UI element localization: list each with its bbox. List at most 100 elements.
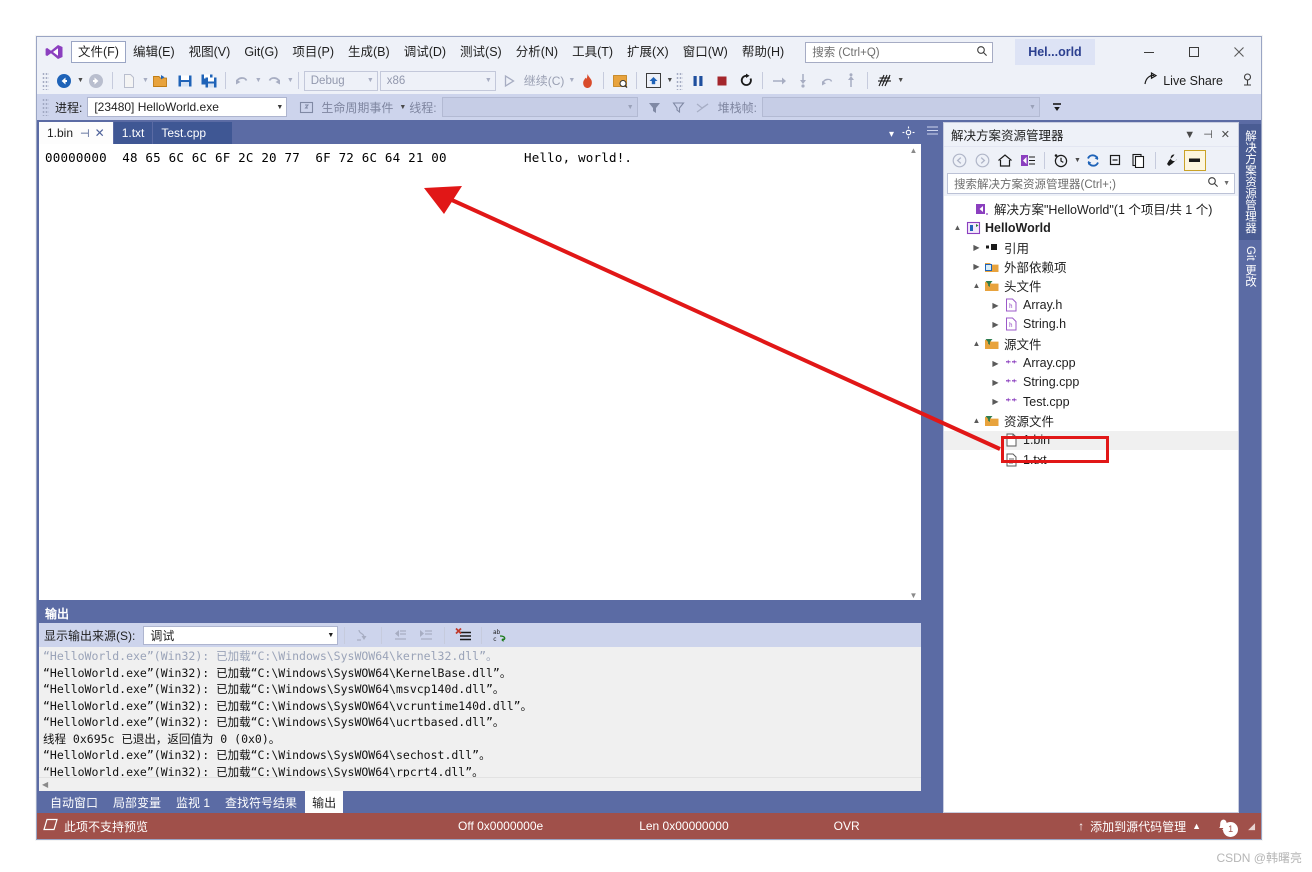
- open-file-icon[interactable]: [150, 70, 172, 92]
- tree-row-source-files[interactable]: ▲ 源文件: [944, 334, 1238, 353]
- show-next-statement-icon[interactable]: [642, 70, 664, 92]
- undo-icon[interactable]: [231, 70, 253, 92]
- lifecycle-events-icon[interactable]: [295, 96, 317, 118]
- expander-icon[interactable]: ▶: [989, 301, 1002, 310]
- tree-row-header-files[interactable]: ▲ 头文件: [944, 276, 1238, 295]
- stackframe-combo[interactable]: ▼: [761, 97, 1040, 117]
- continue-play-icon[interactable]: [498, 70, 520, 92]
- tab-autos[interactable]: 自动窗口: [43, 791, 105, 814]
- menu-item-analyze[interactable]: 分析(N): [509, 41, 565, 63]
- feedback-icon[interactable]: [1240, 72, 1255, 90]
- tree-row-external-dependencies[interactable]: ▶ 外部依赖项: [944, 257, 1238, 276]
- solution-explorer-view-icon[interactable]: [1017, 150, 1039, 171]
- save-all-icon[interactable]: [198, 70, 220, 92]
- attach-to-process-icon[interactable]: [609, 70, 631, 92]
- tree-row-1-txt[interactable]: 1.txt: [944, 450, 1238, 469]
- close-icon[interactable]: ✕: [1217, 128, 1234, 141]
- chevron-up-icon[interactable]: ▲: [1192, 821, 1201, 831]
- redo-dropdown-icon[interactable]: ▼: [287, 77, 294, 84]
- tree-row-project[interactable]: ▲ HelloWorld: [944, 218, 1238, 237]
- go-to-message-icon[interactable]: [352, 624, 374, 646]
- properties-icon[interactable]: [1161, 150, 1183, 171]
- expander-icon[interactable]: ▶: [970, 262, 983, 271]
- solution-explorer-search-input[interactable]: 搜索解决方案资源管理器(Ctrl+;): [954, 176, 1207, 192]
- rail-tab-git-changes[interactable]: Git 更改: [1239, 240, 1261, 293]
- scroll-left-icon[interactable]: ◀: [39, 780, 51, 789]
- menu-item-debug[interactable]: 调试(D): [397, 41, 453, 63]
- output-horizontal-scrollbar[interactable]: ◀: [39, 777, 921, 791]
- home-icon[interactable]: [994, 150, 1016, 171]
- tab-find-symbol-results[interactable]: 查找符号结果: [218, 791, 304, 814]
- menu-item-test[interactable]: 测试(S): [453, 41, 509, 63]
- resize-grip-icon[interactable]: ◢: [1248, 821, 1255, 832]
- toolbar-grip[interactable]: [42, 71, 49, 90]
- pane-splitter-icon[interactable]: [926, 124, 939, 140]
- notifications-button[interactable]: 1: [1215, 817, 1239, 837]
- show-all-files-icon[interactable]: [1128, 150, 1150, 171]
- solution-platform-combo[interactable]: x86 ▼: [379, 70, 496, 91]
- tree-row-string-h[interactable]: ▶ h String.h: [944, 315, 1238, 334]
- redo-icon[interactable]: [263, 70, 285, 92]
- hex-editor[interactable]: 00000000 48 65 6C 6C 6F 2C 20 77 6F 72 6…: [39, 144, 906, 600]
- rail-tab-solution-explorer[interactable]: 解决方案资源管理器: [1239, 124, 1261, 240]
- global-search-input[interactable]: 搜索 (Ctrl+Q): [812, 44, 976, 60]
- status-source-control[interactable]: ↑ 添加到源代码管理 ▲: [1078, 818, 1201, 835]
- expander-collapse-icon[interactable]: ▲: [951, 223, 964, 232]
- tab-output[interactable]: 输出: [305, 790, 344, 814]
- pin-icon[interactable]: ⊣: [1199, 128, 1217, 141]
- toolbar-grip[interactable]: [676, 71, 684, 90]
- live-share-button[interactable]: Live Share: [1143, 71, 1261, 90]
- solution-explorer-search[interactable]: 搜索解决方案资源管理器(Ctrl+;) ▼: [947, 173, 1235, 194]
- step-into-icon[interactable]: [792, 70, 814, 92]
- no-filter-icon[interactable]: [692, 96, 714, 118]
- step-over-icon[interactable]: [768, 70, 790, 92]
- tree-row-array-h[interactable]: ▶ h Array.h: [944, 295, 1238, 314]
- previous-message-icon[interactable]: [389, 624, 411, 646]
- minimize-button[interactable]: [1126, 38, 1171, 66]
- tabstrip-settings-icon[interactable]: [902, 126, 915, 142]
- menu-item-git[interactable]: Git(G): [237, 41, 285, 63]
- continue-label[interactable]: 继续(C): [521, 72, 568, 89]
- filter-icon[interactable]: [644, 96, 666, 118]
- expander-icon[interactable]: ▶: [970, 243, 983, 252]
- expander-collapse-icon[interactable]: ▲: [970, 281, 983, 290]
- tree-row-string-cpp[interactable]: ▶ String.cpp: [944, 373, 1238, 392]
- thread-combo[interactable]: ▼: [441, 97, 638, 117]
- restart-icon[interactable]: [735, 70, 757, 92]
- step-out-icon[interactable]: [816, 70, 838, 92]
- global-search-box[interactable]: 搜索 (Ctrl+Q): [805, 41, 994, 63]
- close-icon[interactable]: ✕: [95, 126, 105, 140]
- tree-row-array-cpp[interactable]: ▶ Array.cpp: [944, 353, 1238, 372]
- menu-item-window[interactable]: 窗口(W): [676, 41, 735, 63]
- undo-dropdown-icon[interactable]: ▼: [255, 77, 262, 84]
- navigate-backward-dropdown-icon[interactable]: ▼: [77, 77, 84, 84]
- back-icon[interactable]: [948, 150, 970, 171]
- collapse-all-icon[interactable]: [1105, 150, 1127, 171]
- solution-explorer-tree[interactable]: 解决方案"HelloWorld"(1 个项目/共 1 个) ▲ HelloWor…: [944, 196, 1238, 812]
- tree-row-test-cpp[interactable]: ▶ Test.cpp: [944, 392, 1238, 411]
- menu-item-help[interactable]: 帮助(H): [735, 41, 791, 63]
- document-tab-testcpp[interactable]: Test.cpp: [153, 122, 233, 144]
- menu-item-build[interactable]: 生成(B): [341, 41, 397, 63]
- expander-collapse-icon[interactable]: ▲: [970, 339, 983, 348]
- active-files-dropdown-icon[interactable]: ▾: [889, 129, 894, 140]
- tab-watch1[interactable]: 监视 1: [169, 791, 217, 814]
- step-out-alt-icon[interactable]: [840, 70, 862, 92]
- properties-window-icon[interactable]: [1183, 149, 1206, 171]
- document-tab-1bin[interactable]: 1.bin ⊣ ✕: [39, 122, 113, 144]
- flag-filter-icon[interactable]: [668, 96, 690, 118]
- new-file-icon[interactable]: [118, 70, 140, 92]
- lifecycle-dropdown-icon[interactable]: ▼: [399, 104, 406, 111]
- toolbar-overflow-icon[interactable]: [1046, 96, 1068, 118]
- save-icon[interactable]: [174, 70, 196, 92]
- scroll-up-icon[interactable]: ▲: [910, 146, 918, 155]
- navigate-forward-icon[interactable]: [85, 70, 107, 92]
- threads-icon[interactable]: [873, 70, 895, 92]
- scroll-down-icon[interactable]: ▼: [910, 591, 918, 600]
- tree-row-solution[interactable]: 解决方案"HelloWorld"(1 个项目/共 1 个): [944, 199, 1238, 218]
- output-text[interactable]: “HelloWorld.exe”(Win32): 已加载“C:\Windows\…: [39, 647, 921, 777]
- menu-item-project[interactable]: 项目(P): [285, 41, 341, 63]
- threads-dropdown-icon[interactable]: ▼: [897, 77, 904, 84]
- continue-dropdown-icon[interactable]: ▼: [568, 77, 575, 84]
- menu-item-view[interactable]: 视图(V): [182, 41, 238, 63]
